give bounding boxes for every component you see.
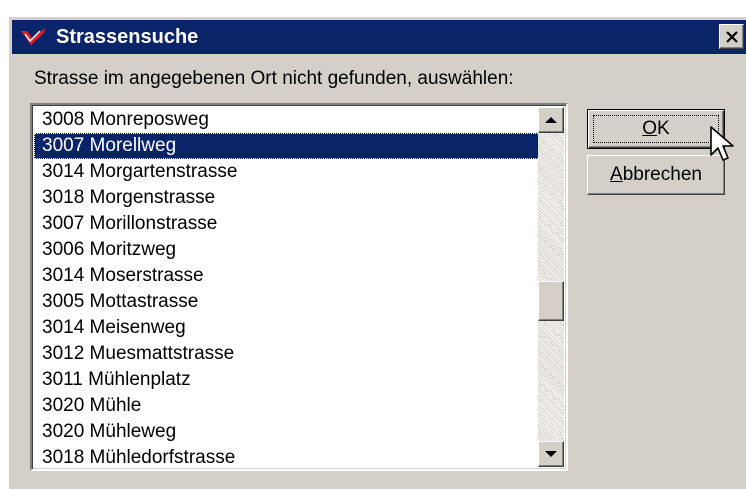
scroll-thumb[interactable] [538,281,564,321]
list-item[interactable]: 3020 Mühleweg [34,419,540,445]
scroll-up-button[interactable] [538,107,564,133]
list-item[interactable]: 3006 Moritzweg [34,237,540,263]
list-item[interactable]: 3005 Mottastrasse [34,289,540,315]
arrow-up-icon [545,117,557,123]
close-button[interactable] [719,24,744,49]
scroll-down-button[interactable] [538,441,564,467]
cancel-button-label: Abbrechen [610,164,702,185]
prompt-label: Strasse im angegebenen Ort nicht gefunde… [34,68,514,89]
arrow-down-icon [545,451,557,457]
ok-button[interactable]: OK [587,109,725,149]
list-item[interactable]: 3007 Morillonstrasse [34,211,540,237]
vertical-scrollbar[interactable] [538,107,564,467]
list-item[interactable]: 3014 Meisenweg [34,315,540,341]
street-search-dialog: Strassensuche Strasse im angegebenen Ort… [8,16,746,489]
street-list: 3008 Monreposweg 3007 Morellweg 3014 Morga… [34,107,540,469]
list-item[interactable]: 3018 Morgenstrasse [34,185,540,211]
list-item[interactable]: 3012 Muesmattstrasse [34,341,540,367]
close-icon [725,30,738,43]
list-item[interactable]: 3018 Mühledorfstrasse [34,445,540,469]
red-check-logo-icon [21,28,45,45]
list-item[interactable]: 3014 Morgartenstrasse [34,159,540,185]
list-item[interactable]: 3008 Monreposweg [34,107,540,133]
list-item[interactable]: 3011 Mühlenplatz [34,367,540,393]
list-item[interactable]: 3020 Mühle [34,393,540,419]
window-title: Strassensuche [56,26,199,48]
title-bar[interactable]: Strassensuche [12,20,746,54]
list-item-selected[interactable]: 3007 Morellweg [34,133,540,159]
mouse-pointer-icon [710,126,734,161]
cancel-button[interactable]: Abbrechen [587,155,725,195]
street-listbox[interactable]: 3008 Monreposweg 3007 Morellweg 3014 Morga… [30,103,568,471]
list-item[interactable]: 3014 Moserstrasse [34,263,540,289]
focus-ring [593,115,719,143]
